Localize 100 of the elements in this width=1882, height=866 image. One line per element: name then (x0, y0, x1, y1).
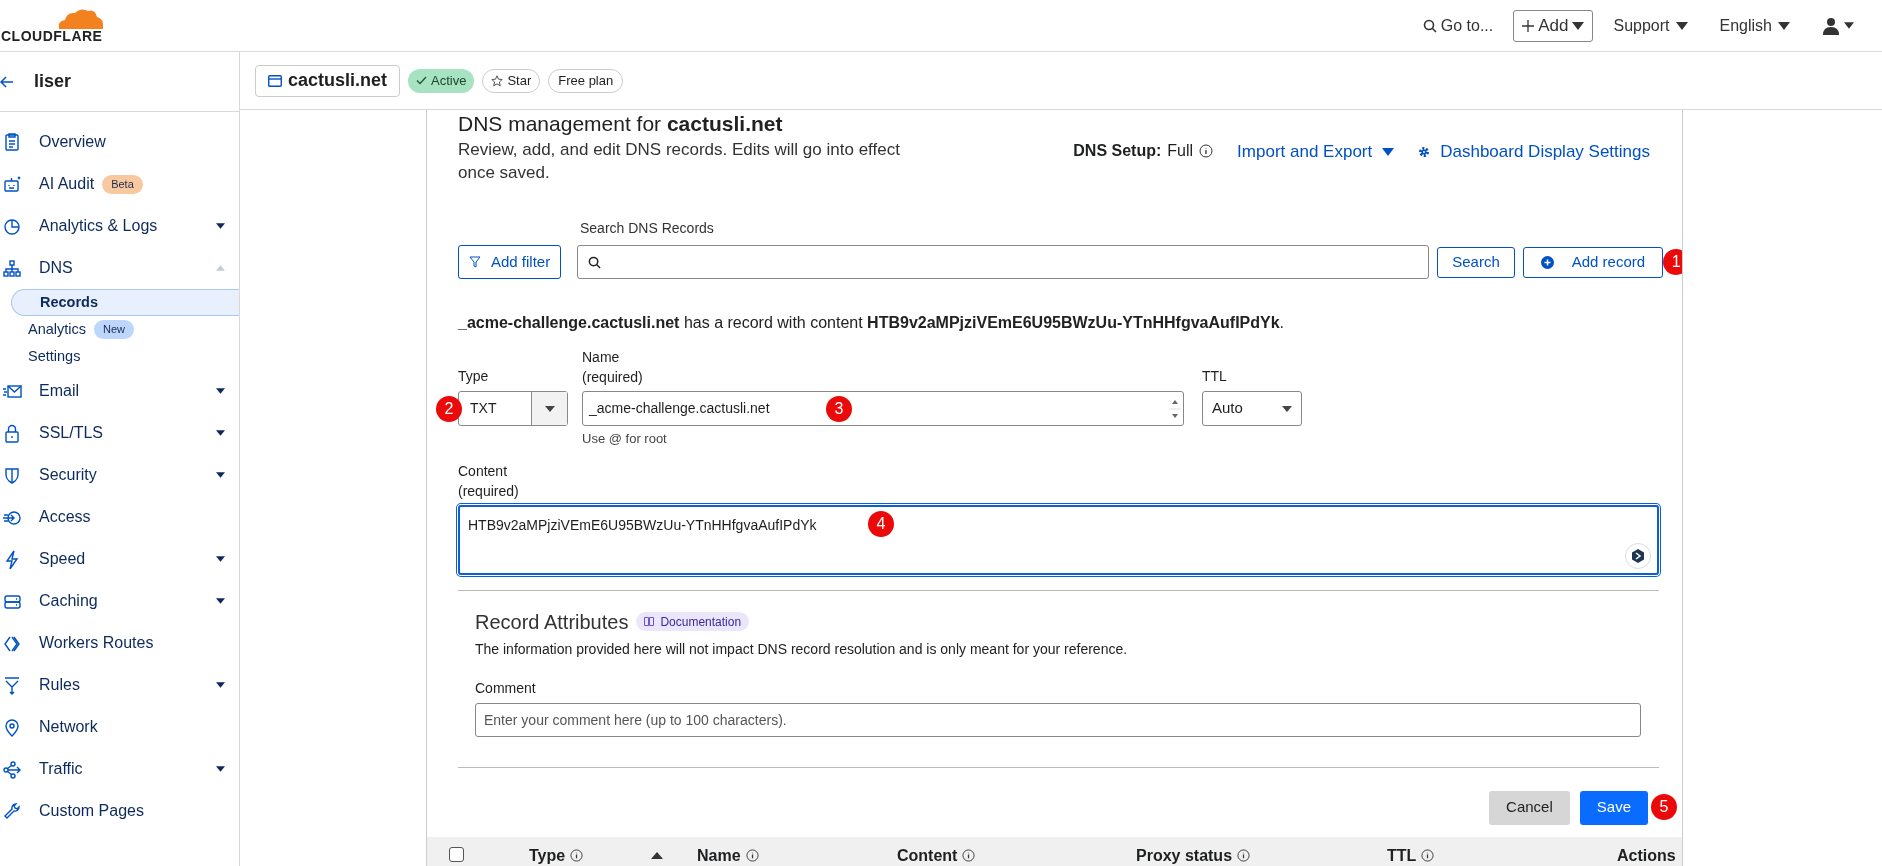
comment-input[interactable]: Enter your comment here (up to 100 characters). (475, 702, 1641, 737)
wrench-icon (3, 801, 22, 821)
zone-name-button[interactable]: cactusli.net (255, 64, 401, 97)
language-menu[interactable]: English (1719, 13, 1790, 38)
search-icon (588, 255, 602, 269)
step-marker: 3 (826, 396, 852, 422)
nav-label: Settings (28, 346, 81, 366)
nav-subitem[interactable]: Records (11, 289, 239, 316)
label-badge: New (94, 320, 135, 339)
nav-label: Speed (39, 549, 86, 569)
type-label: Type (458, 367, 490, 386)
info-icon[interactable] (962, 849, 976, 862)
column-header[interactable]: Type (529, 843, 566, 866)
column-header[interactable]: Content (897, 843, 958, 866)
nav-label: DNS (39, 258, 73, 278)
browser-window-icon (268, 74, 282, 87)
nav-item[interactable]: Custom Pages (0, 790, 239, 832)
column-header[interactable]: Actions (1617, 843, 1676, 866)
record-notice: _acme-challenge.cactusli.net has a record with content HTB9v2aMPjziVEmE6U95BWzUu-YTnHHfgvaAufIPdYk. (458, 313, 1286, 333)
logo-wordmark[interactable]: CLOUDFLARE (1, 28, 240, 43)
name-hint: Use @ for root (582, 430, 668, 448)
add-record-button[interactable]: Add record (1522, 246, 1664, 278)
nav-item[interactable]: SSL/TLS (0, 412, 239, 454)
column-header[interactable]: Name (697, 843, 741, 866)
cancel-button[interactable]: Cancel (1489, 790, 1570, 825)
search-field[interactable] (577, 245, 1430, 279)
page-description: Review, add, and edit DNS records. Edits will go into effect once saved. (458, 139, 901, 184)
nav-item[interactable]: Network (0, 706, 239, 748)
pie-chart-icon (3, 216, 22, 236)
column-header[interactable]: TTL (1387, 843, 1417, 866)
nav-item[interactable]: Email (0, 370, 239, 412)
select-all-checkbox[interactable] (449, 846, 464, 862)
funnel-icon (3, 675, 22, 695)
caret-icon (544, 405, 555, 412)
caret-icon (1778, 21, 1790, 30)
nav-label: Caching (39, 591, 98, 611)
nav-item[interactable]: Security (0, 454, 239, 496)
nav-item[interactable]: Overview (0, 121, 239, 163)
info-icon[interactable] (1199, 144, 1214, 158)
documentation-link[interactable]: Documentation (636, 612, 750, 631)
label-badge: Beta (102, 174, 143, 194)
nav-label: Analytics (28, 319, 87, 339)
search-icon (1422, 18, 1437, 33)
account-name: liser (34, 70, 72, 93)
nav-subitem[interactable]: Analytics New (0, 316, 239, 343)
required-label: (required) (582, 368, 644, 387)
share-icon (3, 759, 22, 779)
shield-icon (3, 465, 22, 485)
import-export-menu[interactable]: Import and Export (1237, 139, 1395, 165)
comment-label: Comment (475, 678, 537, 698)
nav-item[interactable]: Traffic (0, 748, 239, 790)
goto-button[interactable]: Go to... (1422, 13, 1494, 38)
nav-label: Custom Pages (39, 801, 144, 821)
nav-label: Overview (39, 132, 106, 152)
name-label: Name (582, 348, 621, 367)
nav-label: AI Audit (39, 174, 95, 194)
nav-label: Workers Routes (39, 633, 154, 653)
add-button[interactable]: Add (1513, 9, 1594, 42)
nav-label: Network (39, 717, 98, 737)
star-icon (491, 74, 504, 87)
display-settings-link[interactable]: Dashboard Display Settings (1418, 139, 1650, 165)
step-marker: 2 (436, 396, 462, 422)
nav-label: Email (39, 381, 79, 401)
extension-badge-icon[interactable] (1625, 542, 1651, 569)
caret-icon (1844, 22, 1854, 29)
nav-label: Access (39, 507, 91, 527)
nav-item[interactable]: Rules (0, 664, 239, 706)
page-heading: DNS management for cactusli.net (458, 112, 784, 136)
user-menu[interactable] (1822, 16, 1854, 35)
add-filter-button[interactable]: Add filter (458, 245, 562, 279)
save-button[interactable]: Save (1579, 790, 1648, 825)
ttl-select[interactable]: Auto (1202, 391, 1302, 426)
content-textarea[interactable]: HTB9v2aMPjziVEmE6U95BWzUu-YTnHHfgvaAufIPdYk 4 (458, 504, 1659, 575)
info-icon[interactable] (1421, 849, 1435, 862)
dns-setup-label: DNS Setup: (1073, 141, 1162, 161)
sort-up-icon[interactable] (651, 852, 664, 859)
caret-icon (1675, 21, 1688, 30)
nav-item[interactable]: Access (0, 496, 239, 538)
nav-item[interactable]: DNS (0, 247, 239, 289)
plus-circle-icon (1540, 255, 1554, 269)
support-menu[interactable]: Support (1613, 13, 1688, 38)
step-marker: 5 (1651, 793, 1677, 820)
step-marker: 4 (868, 510, 894, 537)
info-icon[interactable] (570, 849, 584, 862)
column-header[interactable]: Proxy status (1136, 843, 1233, 866)
robot-icon (3, 174, 22, 194)
dns-setup-value: Full (1167, 141, 1194, 161)
nav-subitem[interactable]: Settings (0, 343, 239, 370)
search-label: Search DNS Records (580, 219, 715, 238)
info-icon[interactable] (1237, 849, 1251, 862)
nav-item[interactable]: Workers Routes (0, 622, 239, 664)
nav-item[interactable]: Caching (0, 580, 239, 622)
search-button[interactable]: Search (1437, 246, 1515, 278)
nav-item[interactable]: Analytics & Logs (0, 205, 239, 247)
nav-item[interactable]: AI Audit Beta (0, 163, 239, 205)
info-icon[interactable] (745, 849, 759, 862)
back-arrow-icon[interactable] (0, 74, 14, 89)
required-label: (required) (458, 481, 520, 501)
nav-item[interactable]: Speed (0, 538, 239, 580)
type-select[interactable]: TXT (458, 391, 568, 426)
